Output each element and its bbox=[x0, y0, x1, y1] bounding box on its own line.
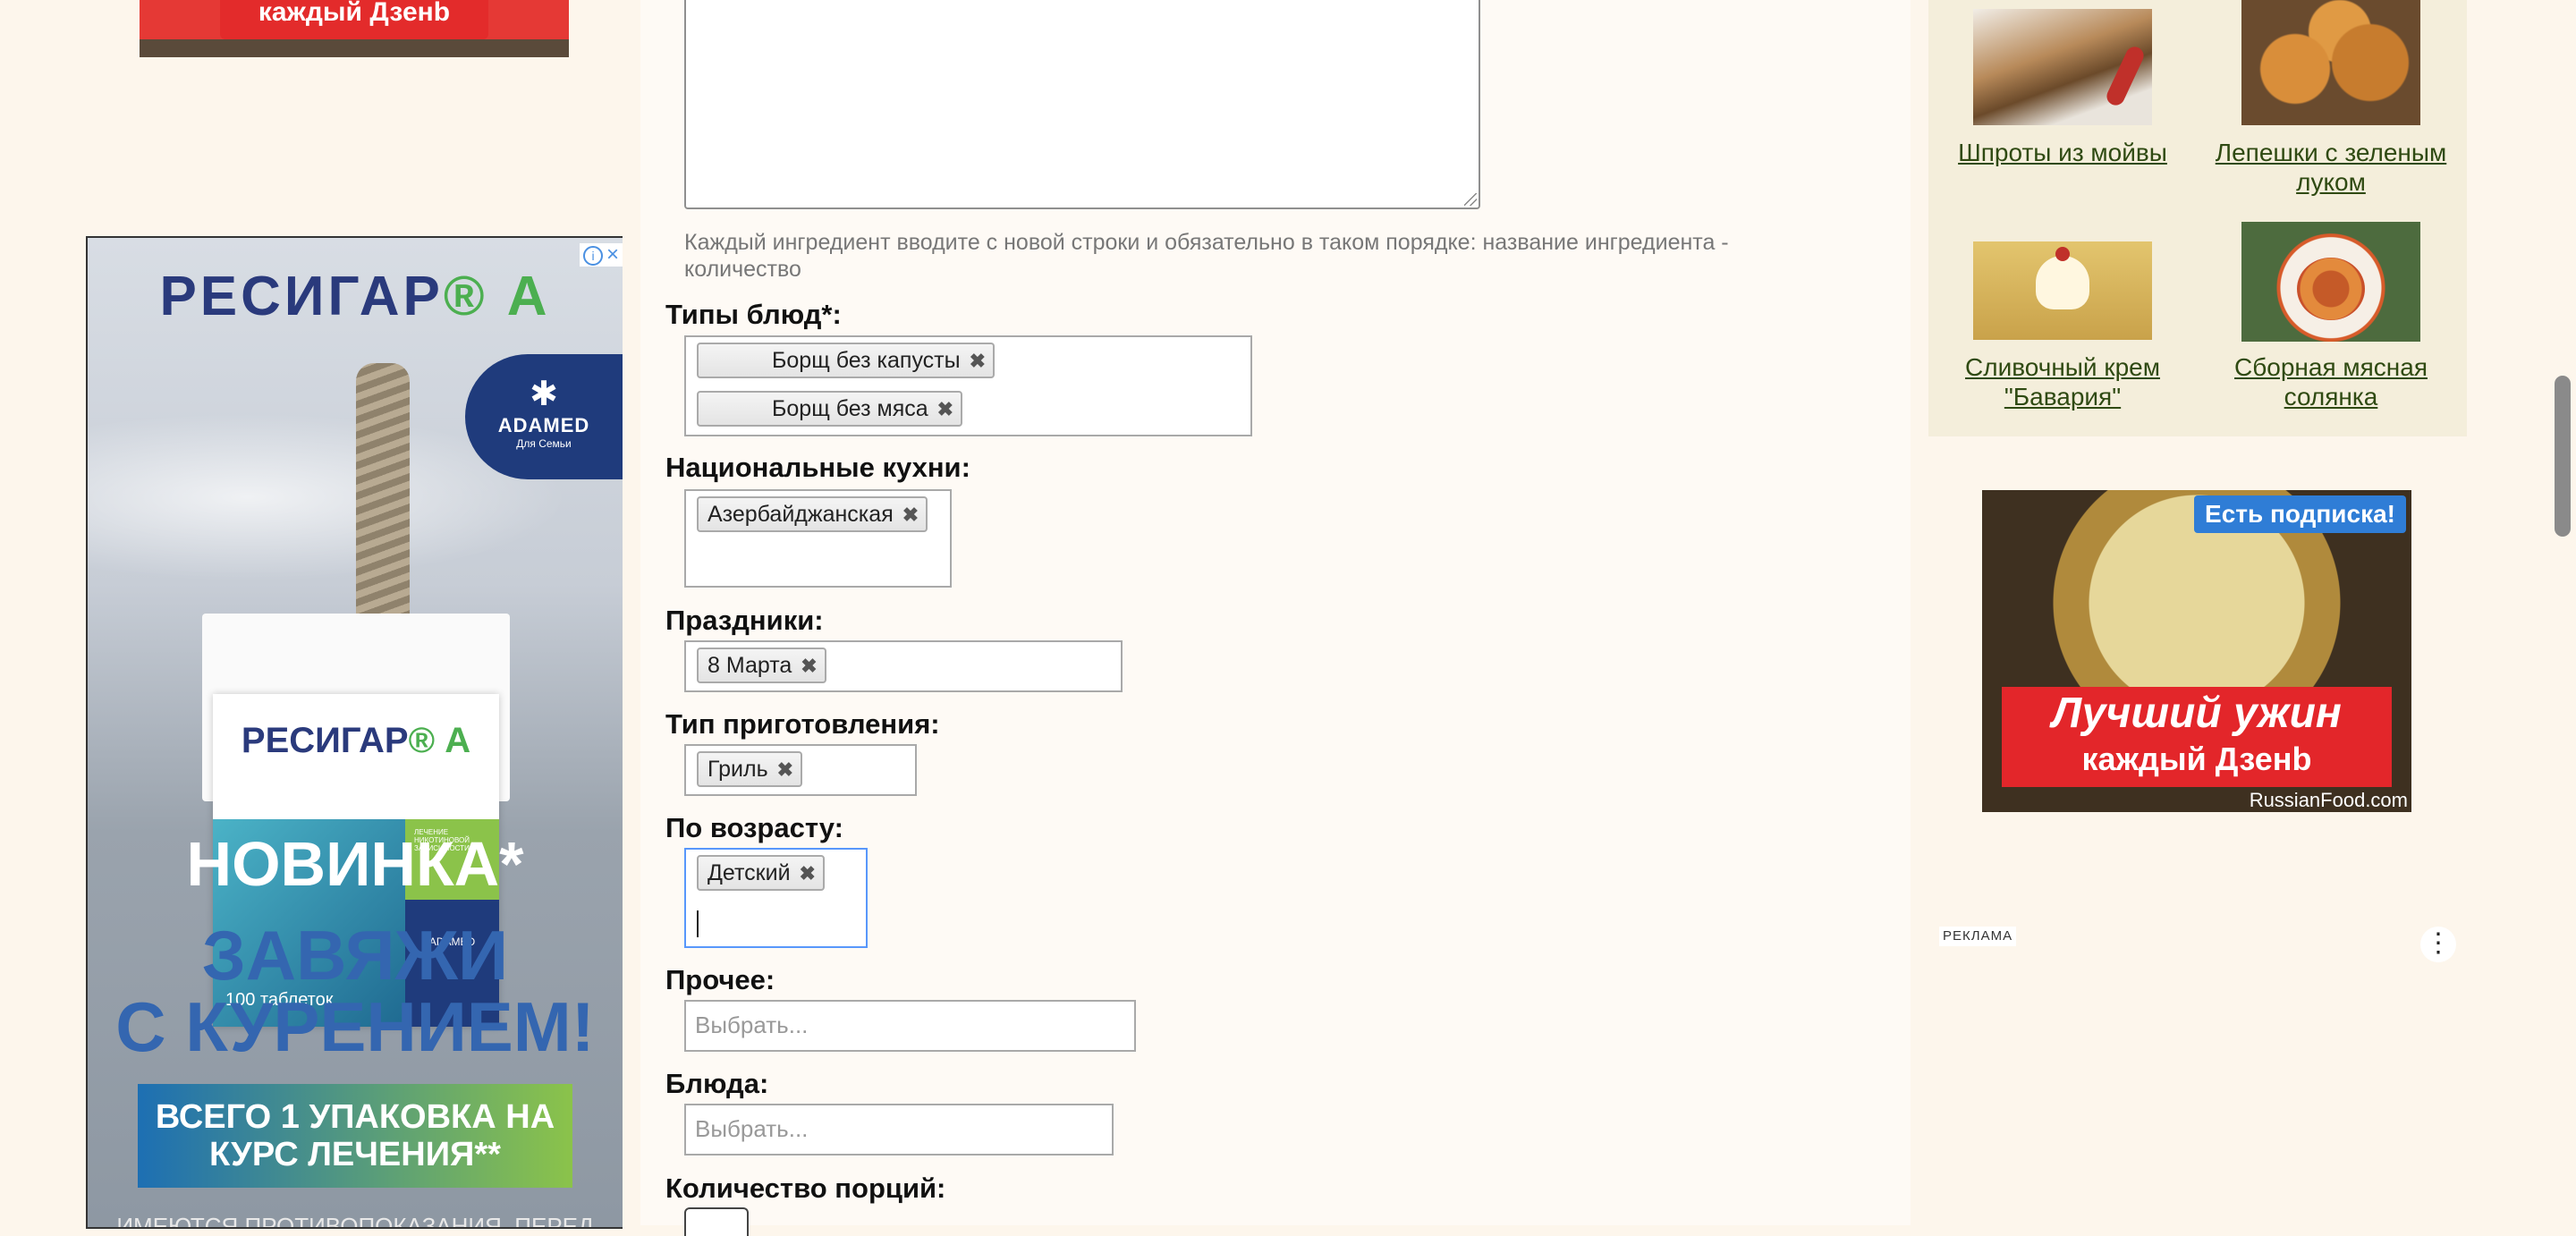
ad-novinka: НОВИНКА* bbox=[186, 829, 524, 899]
subscription-badge: Есть подписка! bbox=[2194, 495, 2406, 533]
side-ad-banner[interactable]: i × РЕСИГАР® А ✱ ADAMED Для Семьи РЕСИГА… bbox=[86, 236, 623, 1229]
promo-watermark: RussianFood.com bbox=[2249, 789, 2408, 811]
resize-handle-icon[interactable] bbox=[1464, 193, 1477, 206]
recipe-link-sprats[interactable]: Шпроты из мойвы bbox=[1928, 138, 2197, 167]
ingredients-textarea[interactable] bbox=[684, 0, 1480, 209]
age-select[interactable]: Детский ✖ bbox=[684, 848, 868, 948]
text-cursor bbox=[697, 910, 699, 937]
recipe-link-flatbread[interactable]: Лепешки с зеленым луком bbox=[2197, 138, 2465, 197]
recipe-thumb-cream[interactable] bbox=[1973, 241, 2152, 340]
portions-label: Количество порций: bbox=[665, 1173, 946, 1204]
info-icon[interactable]: i bbox=[583, 246, 603, 266]
scrollbar-thumb[interactable] bbox=[2555, 376, 2571, 537]
ad-slogan-line1: ЗАВЯЖИ bbox=[201, 916, 509, 995]
adamed-logo: ✱ ADAMED Для Семьи bbox=[465, 354, 623, 479]
tag-grill: Гриль ✖ bbox=[697, 751, 803, 787]
scrollbar-track[interactable] bbox=[2549, 0, 2576, 1225]
ingredients-hint: Каждый ингредиент вводите с новой строки… bbox=[684, 230, 1729, 282]
tag-march-8: 8 Марта ✖ bbox=[697, 648, 826, 683]
remove-tag-icon[interactable]: ✖ bbox=[777, 754, 793, 786]
holidays-label: Праздники: bbox=[665, 605, 824, 636]
top-banner-ad[interactable]: каждый Дзенb bbox=[140, 0, 569, 57]
adamed-star-icon: ✱ bbox=[530, 376, 558, 413]
remove-tag-icon[interactable]: ✖ bbox=[937, 394, 953, 426]
ad-brand-title: РЕСИГАР® А bbox=[159, 266, 551, 327]
tag-children: Детский ✖ bbox=[697, 855, 825, 891]
holidays-select[interactable]: 8 Марта ✖ bbox=[684, 640, 1123, 692]
close-icon[interactable]: × bbox=[606, 243, 619, 267]
promo-ad[interactable]: Есть подписка! Лучший ужин каждый Дзенb … bbox=[1982, 490, 2411, 812]
ad-course-banner: ВСЕГО 1 УПАКОВКА НА КУРС ЛЕЧЕНИЯ** bbox=[138, 1084, 572, 1188]
remove-tag-icon[interactable]: ✖ bbox=[800, 858, 816, 890]
promo-banner: Лучший ужин каждый Дзенb bbox=[2002, 687, 2392, 787]
top-banner-text: каждый Дзенb bbox=[220, 0, 488, 39]
ad-slogan-line2: С КУРЕНИЕМ! bbox=[115, 987, 595, 1066]
cooking-type-label: Тип приготовления: bbox=[665, 708, 940, 740]
ad-fine-print: ИМЕЮТСЯ ПРОТИВОПОКАЗАНИЯ. ПЕРЕД bbox=[116, 1213, 594, 1229]
recipe-link-cream[interactable]: Сливочный крем "Бавария" bbox=[1928, 352, 2197, 411]
portions-input[interactable] bbox=[684, 1207, 749, 1236]
recipe-thumb-flatbread[interactable] bbox=[2241, 0, 2420, 125]
ad-choices[interactable]: i × bbox=[580, 243, 623, 267]
ad-label: РЕКЛАМА bbox=[1939, 927, 2017, 946]
more-options-icon[interactable]: ⋮ bbox=[2420, 927, 2456, 962]
cuisines-select[interactable]: Азербайджанская ✖ bbox=[684, 489, 952, 588]
tag-azerbaijani: Азербайджанская ✖ bbox=[697, 496, 928, 532]
dishes-placeholder: Выбрать... bbox=[695, 1115, 809, 1142]
dish-types-label: Типы блюд*: bbox=[665, 299, 842, 330]
remove-tag-icon[interactable]: ✖ bbox=[801, 650, 817, 682]
recipe-thumb-sprats[interactable] bbox=[1973, 9, 2152, 125]
dishes-select[interactable]: Выбрать... bbox=[684, 1104, 1114, 1156]
other-select[interactable]: Выбрать... bbox=[684, 1000, 1136, 1052]
remove-tag-icon[interactable]: ✖ bbox=[902, 499, 919, 531]
recipe-thumb-solyanka[interactable] bbox=[2241, 222, 2420, 342]
dishes-label: Блюда: bbox=[665, 1068, 769, 1099]
tag-borsch-no-meat: Борщ без мяса ✖ bbox=[697, 391, 963, 427]
recipe-link-solyanka[interactable]: Сборная мясная солянка bbox=[2197, 352, 2465, 411]
cooking-type-select[interactable]: Гриль ✖ bbox=[684, 744, 917, 796]
other-placeholder: Выбрать... bbox=[695, 1012, 809, 1038]
dish-types-select[interactable]: Борщ без капусты ✖ Борщ без мяса ✖ bbox=[684, 335, 1252, 436]
other-label: Прочее: bbox=[665, 964, 775, 995]
age-label: По возрасту: bbox=[665, 812, 843, 843]
package-brand: РЕСИГАР® А bbox=[241, 721, 471, 760]
tag-borsch-no-cabbage: Борщ без капусты ✖ bbox=[697, 343, 996, 378]
remove-tag-icon[interactable]: ✖ bbox=[970, 345, 986, 377]
cuisines-label: Национальные кухни: bbox=[665, 452, 970, 483]
